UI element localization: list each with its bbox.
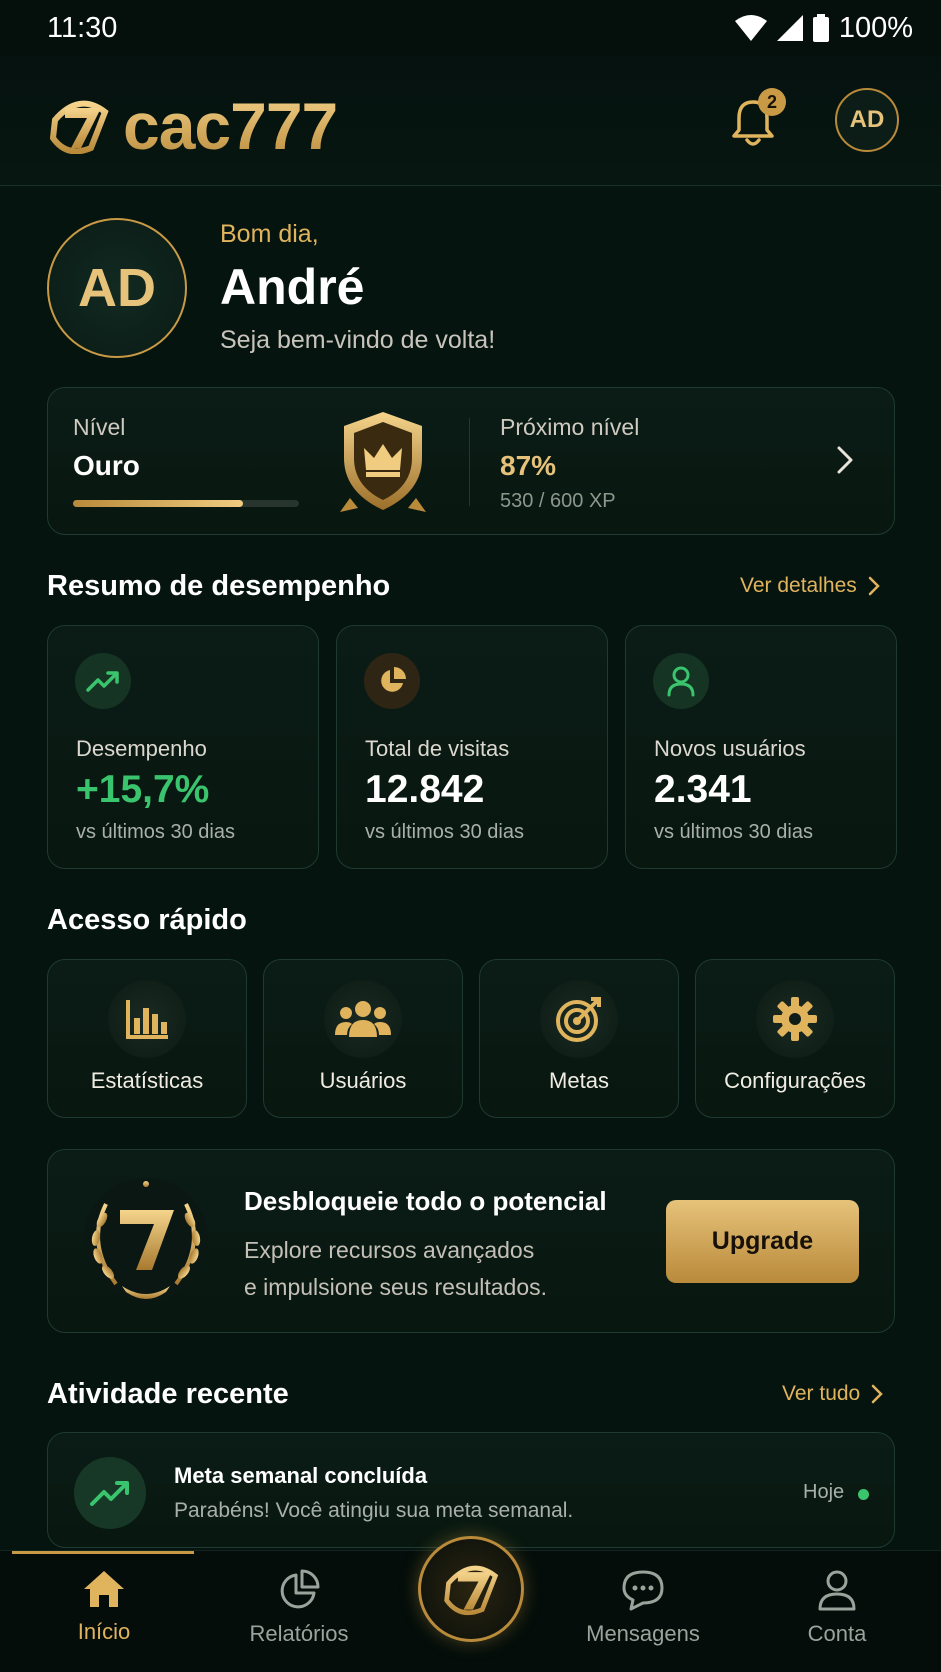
level-divider	[469, 418, 470, 506]
wifi-icon	[734, 15, 767, 41]
greeting-hello: Bom dia,	[220, 220, 319, 248]
nav-active-indicator	[12, 1551, 194, 1554]
quick-users[interactable]: Usuários	[263, 959, 463, 1118]
see-all-link[interactable]: Ver tudo	[782, 1382, 884, 1406]
app-logo[interactable]: cac777	[47, 88, 338, 164]
quick-goals[interactable]: Metas	[479, 959, 679, 1118]
nav-home[interactable]: Início	[24, 1569, 184, 1645]
app-header: cac777 2 AD	[0, 56, 941, 186]
quick-label: Usuários	[319, 1068, 407, 1093]
battery-percent: 100%	[838, 11, 913, 44]
performance-title: Resumo de desempenho	[47, 570, 391, 602]
nav-messages[interactable]: Mensagens	[563, 1569, 723, 1647]
next-level-label: Próximo nível	[500, 414, 640, 440]
activity-description: Parabéns! Você atingiu sua meta semanal.	[174, 1499, 574, 1522]
quick-settings[interactable]: Configurações	[695, 959, 895, 1118]
stat-label: Desempenho	[76, 736, 207, 761]
stat-card-new-users[interactable]: Novos usuários 2.341 vs últimos 30 dias	[625, 625, 897, 869]
level-progress-fill	[73, 500, 243, 507]
stat-card-performance[interactable]: Desempenho +15,7% vs últimos 30 dias	[47, 625, 319, 869]
nav-reports[interactable]: Relatórios	[219, 1569, 379, 1647]
pie-chart-icon	[364, 653, 420, 709]
logo-text: cac777	[123, 89, 338, 163]
home-icon	[84, 1571, 124, 1607]
trending-up-icon	[75, 653, 131, 709]
trending-up-icon	[74, 1457, 146, 1529]
nav-center-logo-button[interactable]	[418, 1536, 524, 1642]
upgrade-promo-card: Desbloqueie todo o potencial Explore rec…	[47, 1149, 895, 1333]
nav-label: Conta	[807, 1621, 867, 1646]
promo-description: Explore recursos avançados e impulsione …	[244, 1232, 604, 1306]
greeting-subtitle: Seja bem-vindo de volta!	[220, 326, 496, 354]
crown-shield-icon	[340, 412, 426, 512]
level-progress-bar	[73, 500, 299, 507]
status-icons: 100%	[734, 11, 913, 45]
stat-label: Total de visitas	[365, 736, 510, 761]
next-level-xp: 530 / 600 XP	[500, 490, 616, 512]
promo-title: Desbloqueie todo o potencial	[244, 1186, 607, 1216]
stat-label: Novos usuários	[654, 736, 806, 761]
user-name: André	[220, 259, 365, 315]
activity-title-text: Meta semanal concluída	[174, 1463, 428, 1488]
quick-label: Configurações	[724, 1068, 866, 1093]
chevron-right-icon	[868, 576, 880, 596]
quick-label: Estatísticas	[90, 1068, 204, 1093]
see-all-label: Ver tudo	[782, 1382, 861, 1405]
status-time: 11:30	[47, 11, 118, 44]
stat-sub: vs últimos 30 dias	[76, 821, 235, 843]
promo-line-2: e impulsione seus resultados.	[244, 1274, 547, 1300]
stat-card-visits[interactable]: Total de visitas 12.842 vs últimos 30 di…	[336, 625, 608, 869]
chevron-right-icon	[871, 1384, 884, 1404]
stat-value: 12.842	[365, 768, 485, 811]
notification-badge: 2	[758, 88, 786, 116]
upgrade-button[interactable]: Upgrade	[666, 1200, 859, 1283]
stat-sub: vs últimos 30 dias	[654, 821, 813, 843]
header-avatar[interactable]: AD	[835, 88, 899, 152]
quick-label: Metas	[549, 1068, 609, 1093]
activity-time: Hoje	[803, 1481, 845, 1503]
chat-icon	[622, 1570, 664, 1611]
see-details-label: Ver detalhes	[740, 574, 857, 597]
user-avatar[interactable]: AD	[47, 218, 187, 358]
status-dot	[858, 1489, 869, 1500]
signal-icon	[776, 15, 803, 41]
activity-item[interactable]: Meta semanal concluída Parabéns! Você at…	[47, 1432, 895, 1548]
nav-label: Mensagens	[586, 1621, 700, 1646]
reports-icon	[280, 1569, 320, 1609]
target-icon	[540, 980, 618, 1058]
see-details-link[interactable]: Ver detalhes	[740, 574, 881, 598]
promo-line-1: Explore recursos avançados	[244, 1237, 535, 1263]
user-icon	[653, 653, 709, 709]
logo-emblem-icon	[444, 1565, 499, 1616]
next-level-percent: 87%	[500, 450, 557, 481]
bar-chart-icon	[108, 980, 186, 1058]
status-bar: 11:30 100%	[0, 0, 941, 56]
battery-icon	[812, 14, 829, 42]
level-label: Nível	[73, 414, 126, 440]
account-icon	[818, 1570, 856, 1611]
logo-emblem-icon	[49, 100, 109, 154]
activity-title: Atividade recente	[47, 1378, 289, 1410]
gear-icon	[756, 980, 834, 1058]
stat-value: 2.341	[654, 768, 752, 811]
stat-sub: vs últimos 30 dias	[365, 821, 524, 843]
level-value: Ouro	[73, 450, 140, 481]
nav-label: Relatórios	[249, 1621, 349, 1646]
nav-account[interactable]: Conta	[757, 1569, 917, 1647]
laurel-emblem-icon	[84, 1178, 208, 1302]
stat-value: +15,7%	[76, 768, 210, 811]
nav-label: Início	[77, 1619, 131, 1644]
quick-access-title: Acesso rápido	[47, 904, 247, 936]
level-card[interactable]: Nível Ouro Próximo nível 87% 530 / 600 X…	[47, 387, 895, 535]
chevron-right-icon[interactable]	[833, 444, 857, 476]
quick-statistics[interactable]: Estatísticas	[47, 959, 247, 1118]
users-icon	[324, 980, 402, 1058]
